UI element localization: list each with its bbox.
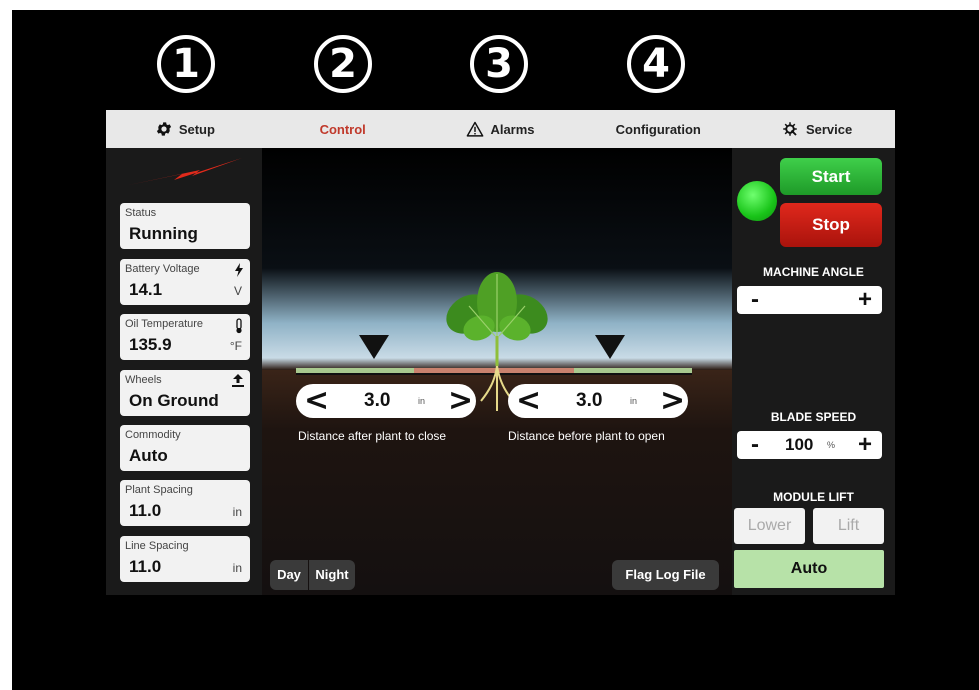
blade-speed-value: 100 — [785, 435, 814, 454]
close-distance-value: 3.0 — [364, 390, 391, 411]
lower-button[interactable]: Lower — [734, 508, 805, 544]
blade-speed-control: - 100 % + — [737, 431, 882, 459]
battery-voltage-unit: V — [233, 284, 242, 298]
lift-button[interactable]: Lift — [813, 508, 884, 544]
plant-spacing-label: Plant Spacing — [125, 484, 193, 496]
callout-1: 1 — [157, 35, 215, 93]
callout-2: 2 — [314, 35, 372, 93]
tab-setup-label: Setup — [178, 121, 215, 137]
tab-control-label: Control — [319, 121, 366, 137]
wheels-value: On Ground — [129, 391, 219, 410]
blade-speed-decrease-button[interactable]: - — [751, 431, 759, 459]
status-panel: Status Running Battery Voltage 14.1 V Oi… — [106, 148, 262, 595]
flag-log-file-button[interactable]: Flag Log File — [612, 560, 719, 590]
close-marker-icon — [359, 335, 389, 359]
control-screen: Setup Control Alarms Configuration Servi… — [106, 110, 895, 595]
upload-arrow-icon — [232, 374, 244, 387]
tab-service[interactable]: Service — [737, 110, 895, 148]
blade-speed-title: BLADE SPEED — [770, 410, 857, 424]
tab-alarms[interactable]: Alarms — [422, 110, 580, 148]
thermometer-icon — [236, 318, 242, 334]
open-distance-unit: in — [630, 396, 638, 406]
open-distance-value: 3.0 — [576, 390, 603, 411]
callout-4: 4 — [627, 35, 685, 93]
commodity-card: Commodity Auto — [120, 425, 250, 471]
close-distance-unit: in — [418, 396, 426, 406]
commodity-value: Auto — [129, 446, 168, 465]
running-indicator-icon — [737, 181, 777, 221]
oil-temperature-unit: °F — [229, 339, 242, 353]
auto-lift-button[interactable]: Auto — [734, 550, 884, 588]
plant-spacing-unit: in — [232, 505, 242, 519]
open-marker-icon — [595, 335, 625, 359]
close-increase-button[interactable]: > — [448, 384, 473, 418]
machine-angle-title: MACHINE ANGLE — [763, 265, 864, 279]
battery-voltage-card: Battery Voltage 14.1 V — [120, 259, 250, 305]
monitor-bezel-top — [0, 0, 979, 10]
open-distance-caption: Distance before plant to open — [508, 429, 665, 443]
monitor-bezel-left — [0, 0, 12, 690]
tab-control[interactable]: Control — [264, 110, 422, 148]
oil-temperature-value: 135.9 — [129, 335, 172, 354]
tab-configuration[interactable]: Configuration — [579, 110, 737, 148]
day-mode-button[interactable]: Day — [270, 560, 308, 590]
close-distance-caption: Distance after plant to close — [298, 429, 447, 443]
oil-temperature-label: Oil Temperature — [125, 318, 204, 330]
machine-angle-increase-button[interactable]: + — [858, 286, 872, 314]
tab-configuration-label: Configuration — [615, 121, 701, 137]
status-label: Status — [125, 207, 157, 219]
line-spacing-value: 11.0 — [129, 557, 162, 576]
plant-spacing-value: 11.0 — [129, 501, 162, 520]
warning-icon — [467, 121, 484, 137]
gear-icon — [156, 122, 171, 136]
blade-speed-unit: % — [827, 440, 836, 450]
machine-angle-control: - + — [737, 286, 882, 314]
close-distance-stepper: < 3.0 in > — [296, 384, 476, 418]
battery-voltage-label: Battery Voltage — [125, 263, 200, 275]
bolt-icon — [235, 263, 243, 277]
night-mode-button[interactable]: Night — [309, 560, 355, 590]
line-spacing-label: Line Spacing — [125, 540, 189, 552]
wheels-label: Wheels — [125, 374, 162, 386]
plant-spacing-card[interactable]: Plant Spacing 11.0 in — [120, 480, 250, 526]
line-spacing-card[interactable]: Line Spacing 11.0 in — [120, 536, 250, 582]
blade-speed-increase-button[interactable]: + — [858, 431, 872, 459]
stop-button[interactable]: Stop — [780, 203, 882, 247]
module-lift-title: MODULE LIFT — [773, 490, 854, 504]
close-decrease-button[interactable]: < — [304, 384, 329, 418]
wheels-card: Wheels On Ground — [120, 370, 250, 416]
battery-voltage-value: 14.1 — [129, 280, 163, 299]
commodity-label: Commodity — [125, 429, 181, 441]
tab-setup[interactable]: Setup — [106, 110, 264, 148]
machine-angle-decrease-button[interactable]: - — [751, 286, 759, 314]
open-decrease-button[interactable]: < — [516, 384, 541, 418]
open-distance-stepper: < 3.0 in > — [508, 384, 688, 418]
controls-panel: Start Stop MACHINE ANGLE - + BLADE SPEED… — [732, 148, 895, 595]
status-value: Running — [129, 224, 198, 243]
lightning-logo-icon — [124, 158, 242, 186]
top-nav: Setup Control Alarms Configuration Servi… — [106, 110, 895, 148]
start-button[interactable]: Start — [780, 158, 882, 195]
callout-3: 3 — [470, 35, 528, 93]
plant-visualization: < 3.0 in > Distance after plant to close… — [262, 148, 732, 595]
status-card: Status Running — [120, 203, 250, 249]
oil-temperature-card: Oil Temperature 135.9 °F — [120, 314, 250, 360]
tab-service-label: Service — [805, 121, 853, 137]
service-gear-icon — [783, 122, 797, 136]
tab-alarms-label: Alarms — [490, 121, 535, 137]
line-spacing-unit: in — [232, 561, 242, 575]
open-increase-button[interactable]: > — [660, 384, 685, 418]
